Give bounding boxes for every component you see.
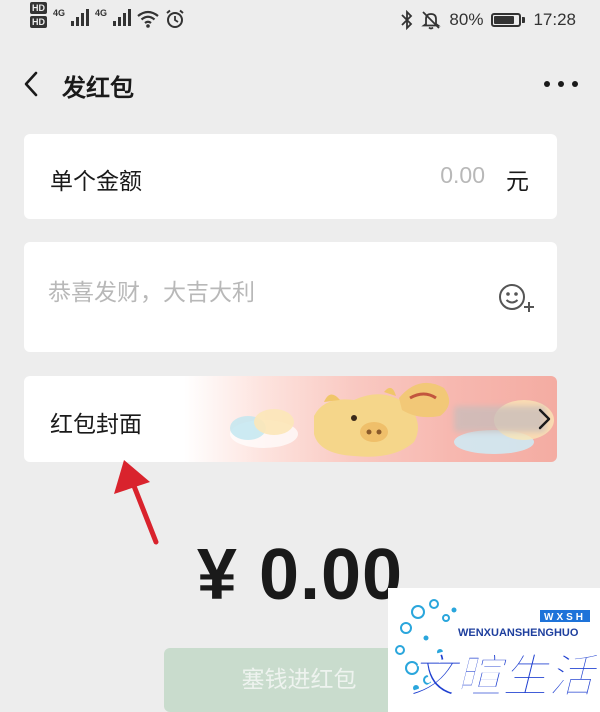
amount-input[interactable]: 0.00 <box>440 162 485 189</box>
chevron-right-icon <box>538 408 551 430</box>
alarm-icon <box>166 9 184 28</box>
watermark-badge: WXSH <box>544 612 586 623</box>
status-bar: HD HD 4G 4G 80% 17:28 <box>0 0 600 44</box>
signal-icon <box>113 8 132 26</box>
emoji-add-icon[interactable] <box>497 280 537 314</box>
network-type: 4G <box>95 8 108 18</box>
signal-icon <box>71 8 90 26</box>
hd-indicators: HD HD <box>30 2 47 28</box>
more-menu-icon[interactable] <box>544 70 578 98</box>
cover-label: 红包封面 <box>50 412 142 438</box>
watermark-chinese: 文暄生活 <box>410 649 600 703</box>
battery-icon <box>491 13 526 27</box>
bluetooth-icon <box>401 10 413 30</box>
total-amount-text: ¥ 0.00 <box>196 535 404 615</box>
watermark-logo: WXSH WENXUANSHENGHUO 文暄生活 <box>388 588 600 712</box>
greeting-input[interactable] <box>48 280 468 306</box>
page-title: 发红包 <box>62 74 134 102</box>
message-row <box>24 242 557 352</box>
network-type: 4G <box>53 8 66 18</box>
status-left: HD HD 4G 4G <box>30 2 185 29</box>
hd-badge: HD <box>30 2 47 14</box>
back-arrow-icon[interactable] <box>18 70 46 98</box>
nav-header: 发红包 <box>0 56 600 112</box>
wifi-icon <box>137 10 159 28</box>
amount-row[interactable]: 单个金额 0.00 元 <box>24 134 557 219</box>
annotation-arrow-icon <box>114 460 159 545</box>
cover-name-blurred <box>454 406 546 432</box>
watermark-latin: WENXUANSHENGHUO <box>458 627 579 639</box>
amount-unit: 元 <box>506 169 529 195</box>
red-packet-cover-row[interactable]: 红包封面 <box>24 376 557 462</box>
watermark-graphic: WXSH WENXUANSHENGHUO 文暄生活 <box>395 599 600 704</box>
clock: 17:28 <box>533 10 576 29</box>
amount-label: 单个金额 <box>50 169 142 195</box>
mute-bell-icon <box>421 11 442 30</box>
battery-percent: 80% <box>449 10 484 29</box>
hd-badge: HD <box>30 16 47 28</box>
status-right: 80% 17:28 <box>401 10 576 30</box>
